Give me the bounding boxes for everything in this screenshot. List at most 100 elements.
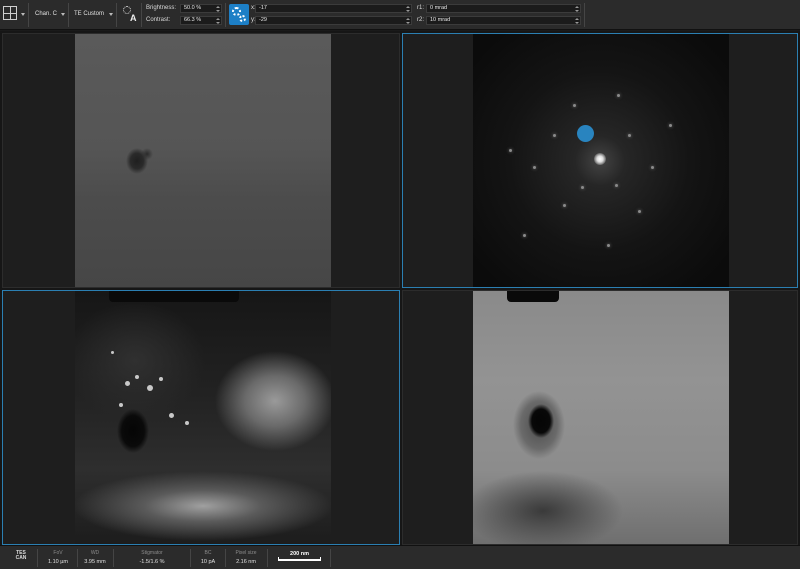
diffraction-spot — [607, 244, 610, 247]
diffraction-spot — [581, 186, 584, 189]
toolbar-divider — [584, 3, 585, 27]
brightness-value: 50.0 % — [184, 5, 202, 11]
toolbar-divider — [28, 3, 29, 27]
diffraction-spot — [509, 149, 512, 152]
diffraction-spot — [553, 134, 556, 137]
tescan-logo: TES CAN — [15, 550, 27, 561]
gear-small-icon — [239, 15, 246, 22]
wd-value: 3.95 mm — [84, 559, 106, 565]
toolbar-divider — [68, 3, 69, 27]
diffraction-spot — [523, 234, 526, 237]
y-spinner-icon[interactable] — [406, 18, 410, 24]
contrast-input[interactable]: 66.3 % — [180, 16, 222, 25]
r1-spinner-icon[interactable] — [575, 6, 579, 12]
central-beam-spot — [594, 153, 606, 165]
fov-readout: FoV 1.10 µm — [40, 550, 76, 565]
pixel-size-value: 2.16 nm — [236, 559, 256, 565]
gears-icon[interactable] — [229, 4, 249, 25]
scale-bar-line — [278, 557, 321, 561]
detector-mode-dropdown[interactable]: TE Custom — [74, 11, 104, 17]
stigmator-label: Stigmator — [141, 550, 163, 556]
status-divider — [113, 549, 114, 567]
channel-dropdown[interactable]: Chan. C — [35, 11, 57, 17]
diffraction-image[interactable] — [473, 34, 729, 287]
diffraction-spot — [628, 134, 631, 137]
particle — [119, 403, 123, 407]
stigmator-readout: Stigmator -1.5/1.6 % — [116, 550, 188, 565]
x-spinner-icon[interactable] — [406, 6, 410, 12]
particle — [125, 381, 130, 386]
bright-field-image[interactable] — [75, 34, 331, 287]
scale-bar: 200 nm — [276, 551, 323, 563]
pixel-size-readout: Pixel size 2.16 nm — [227, 550, 265, 565]
bright-field-panel[interactable] — [2, 33, 400, 288]
diffraction-spot — [669, 124, 672, 127]
annular-dark-field-image[interactable] — [473, 291, 729, 544]
diffraction-panel[interactable] — [402, 33, 798, 288]
status-divider — [190, 549, 191, 567]
particle — [135, 375, 139, 379]
r2-label: r2: — [417, 17, 425, 23]
brightness-label: Brightness: — [146, 5, 177, 11]
scale-bar-label: 200 nm — [290, 551, 309, 557]
wd-readout: WD 3.95 mm — [78, 550, 112, 565]
contrast-label: Contrast: — [146, 17, 171, 23]
r2-input[interactable]: 10 mrad — [426, 16, 581, 25]
diffraction-spot — [615, 184, 618, 187]
dark-field-panel[interactable] — [2, 290, 400, 545]
diffraction-spot — [638, 210, 641, 213]
image-cap — [507, 291, 559, 302]
particle — [169, 413, 174, 418]
y-input[interactable]: -29 — [255, 16, 412, 25]
bc-label: BC — [204, 550, 212, 556]
channel-chevron-down-icon[interactable] — [61, 13, 65, 16]
dark-field-image[interactable] — [75, 291, 331, 544]
diffraction-spot — [651, 166, 654, 169]
particle — [159, 377, 163, 381]
image-cap — [109, 291, 239, 302]
diffraction-spot — [533, 166, 536, 169]
detector-mode-chevron-down-icon[interactable] — [109, 13, 113, 16]
status-divider — [37, 549, 38, 567]
toolbar-divider — [141, 3, 142, 27]
status-bar: TES CAN FoV 1.10 µm WD 3.95 mm Stigmator … — [0, 545, 800, 569]
layout-grid-icon[interactable] — [3, 6, 17, 20]
contrast-spinner-icon[interactable] — [216, 18, 220, 24]
fov-label: FoV — [53, 550, 63, 556]
fov-value: 1.10 µm — [48, 559, 68, 565]
contrast-value: 66.3 % — [184, 17, 202, 23]
image-viewer — [0, 31, 800, 545]
r1-input[interactable]: 0 mrad — [426, 4, 581, 13]
diffraction-spot — [563, 204, 566, 207]
auto-brightness-icon[interactable]: A — [120, 3, 138, 25]
r2-spinner-icon[interactable] — [575, 18, 579, 24]
status-divider — [225, 549, 226, 567]
diffraction-spot — [617, 94, 620, 97]
annular-dark-field-panel[interactable] — [402, 290, 798, 545]
r2-value: 10 mrad — [430, 17, 451, 23]
diffraction-spot — [573, 104, 576, 107]
stigmator-value: -1.5/1.6 % — [139, 559, 165, 565]
bc-value: 10 pA — [200, 559, 216, 565]
status-divider — [267, 549, 268, 567]
r1-label: r1: — [417, 5, 425, 11]
toolbar: Chan. C TE Custom A Brightness: 50.0 % C… — [0, 0, 800, 30]
particle — [185, 421, 189, 425]
toolbar-divider — [116, 3, 117, 27]
particle — [147, 385, 153, 391]
toolbar-divider — [225, 3, 226, 27]
y-value: -29 — [259, 17, 267, 23]
r1-value: 0 mrad — [430, 5, 448, 11]
bc-readout: BC 10 pA — [192, 550, 224, 565]
particle — [111, 351, 114, 354]
x-value: -17 — [259, 5, 267, 11]
wd-label: WD — [90, 550, 100, 556]
auto-letter-icon: A — [130, 13, 137, 23]
pixel-size-label: Pixel size — [235, 550, 257, 556]
aperture-marker[interactable] — [577, 125, 594, 142]
status-divider — [330, 549, 331, 567]
x-input[interactable]: -17 — [255, 4, 412, 13]
brightness-spinner-icon[interactable] — [216, 6, 220, 12]
layout-chevron-down-icon[interactable] — [21, 13, 25, 16]
brightness-input[interactable]: 50.0 % — [180, 4, 222, 13]
